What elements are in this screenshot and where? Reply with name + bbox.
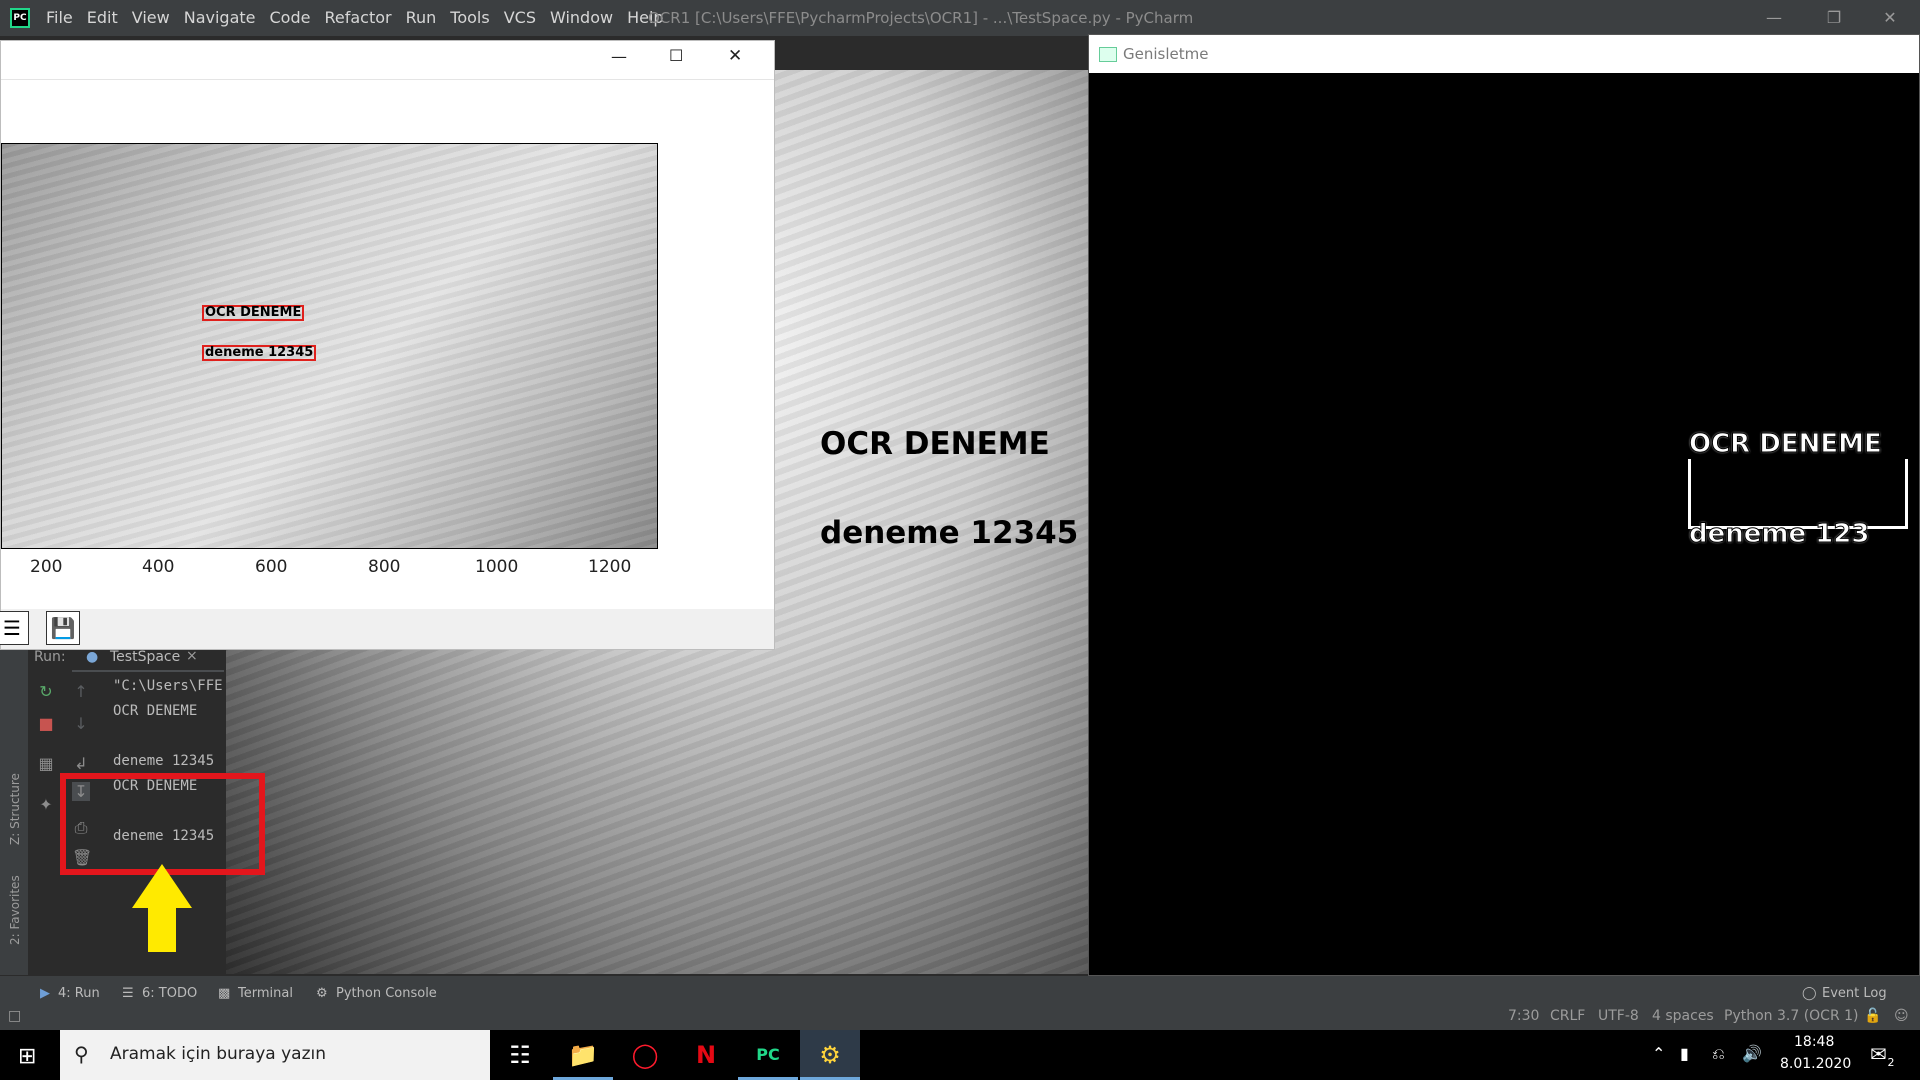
genisletme-title: Genisletme: [1123, 45, 1209, 63]
menu-refactor[interactable]: Refactor: [324, 8, 391, 27]
python-file-icon: ●: [86, 649, 99, 665]
rerun-icon[interactable]: ↻: [37, 682, 55, 701]
status-bar: □ 7:30 CRLF UTF-8 4 spaces Python 3.7 (O…: [0, 1002, 1920, 1032]
search-icon: ⚲: [74, 1042, 89, 1066]
matplotlib-window[interactable]: — ☐ ✕ OCR DENEME deneme 12345 200 400 60…: [0, 40, 775, 650]
tab-run[interactable]: 4: Run: [58, 986, 100, 1001]
tab-python-console[interactable]: Python Console: [336, 986, 437, 1001]
restore-icon[interactable]: ❐: [1814, 4, 1854, 32]
console-line: OCR DENEME: [113, 703, 198, 719]
volume-icon[interactable]: 🔊: [1742, 1044, 1762, 1063]
notification-count: 2: [1884, 1056, 1898, 1069]
python-taskbar-icon[interactable]: ⚙: [800, 1030, 860, 1080]
highlight-box: [60, 773, 265, 875]
chevron-up-icon[interactable]: ⌃: [1652, 1044, 1665, 1063]
pycharm-taskbar-icon[interactable]: PC: [738, 1030, 798, 1080]
list-icon: ☰: [122, 986, 134, 1001]
x-tick-label: 400: [142, 557, 175, 577]
console-line: "C:\Users\FFE: [113, 678, 223, 694]
x-tick-label: 600: [255, 557, 288, 577]
x-tick-label: 200: [30, 557, 63, 577]
x-tick-label: 1000: [475, 557, 519, 577]
run-header: Run: ● TestSpace ×: [0, 648, 226, 670]
ocr-box-2: deneme 12345: [202, 345, 317, 361]
search-placeholder: Aramak için buraya yazın: [110, 1044, 326, 1064]
structure-tab[interactable]: Z: Structure: [8, 773, 22, 845]
clock-time[interactable]: 18:48: [1794, 1034, 1834, 1050]
minimize-icon[interactable]: —: [1754, 4, 1794, 32]
x-tick-label: 1200: [588, 557, 632, 577]
dilated-text-line1: OCR DENEME: [1689, 429, 1883, 460]
file-explorer-icon[interactable]: 📁: [553, 1030, 613, 1080]
menu-file[interactable]: File: [46, 8, 73, 27]
up-arrow-icon[interactable]: ↑: [72, 682, 90, 701]
console-line: deneme 12345: [113, 753, 215, 769]
run-label: Run:: [34, 649, 66, 665]
python-interpreter[interactable]: Python 3.7 (OCR 1): [1724, 1008, 1859, 1024]
genisletme-window[interactable]: Genisletme OCR DENEME deneme 123: [1088, 34, 1920, 976]
netflix-icon[interactable]: N: [676, 1030, 736, 1080]
menu-view[interactable]: View: [132, 8, 170, 27]
opera-icon[interactable]: ◯: [615, 1030, 675, 1080]
python-console-icon: ⚙: [316, 986, 328, 1001]
inspector-icon[interactable]: ☺: [1894, 1008, 1909, 1024]
caret-position[interactable]: 7:30: [1508, 1008, 1539, 1024]
mpl-maximize-icon[interactable]: ☐: [669, 46, 683, 65]
up-arrow-annotation-icon: [132, 864, 192, 952]
indent-setting[interactable]: 4 spaces: [1652, 1008, 1714, 1024]
soft-wrap-icon[interactable]: ↲: [72, 754, 90, 773]
battery-icon[interactable]: ▮: [1680, 1044, 1689, 1063]
file-encoding[interactable]: UTF-8: [1598, 1008, 1639, 1024]
viewer-ocr-line2: deneme 12345: [820, 515, 1079, 551]
save-figure-icon[interactable]: 💾: [46, 611, 80, 645]
taskbar-search-box[interactable]: ⚲ Aramak için buraya yazın: [60, 1030, 490, 1080]
menu-window[interactable]: Window: [550, 8, 613, 27]
ocr-box-1: OCR DENEME: [202, 305, 305, 321]
genisletme-titlebar[interactable]: Genisletme: [1089, 35, 1919, 73]
line-separator[interactable]: CRLF: [1550, 1008, 1585, 1024]
dilated-text-line2: deneme 123: [1688, 519, 1870, 550]
menu-tools[interactable]: Tools: [450, 8, 489, 27]
menu-edit[interactable]: Edit: [87, 8, 118, 27]
configure-subplots-icon[interactable]: ☰: [0, 611, 29, 645]
down-arrow-icon[interactable]: ↓: [72, 714, 90, 733]
menu-code[interactable]: Code: [270, 8, 311, 27]
event-log-icon: ◯: [1802, 986, 1817, 1001]
clock-date[interactable]: 8.01.2020: [1780, 1056, 1851, 1072]
plot-axes: OCR DENEME deneme 12345: [1, 143, 658, 549]
favorites-tab[interactable]: 2: Favorites: [8, 875, 22, 945]
layout-icon[interactable]: ▦: [37, 754, 55, 773]
tab-event-log[interactable]: Event Log: [1822, 986, 1887, 1001]
mpl-close-icon[interactable]: ✕: [728, 46, 742, 66]
mpl-minimize-icon[interactable]: —: [611, 47, 627, 66]
tab-todo[interactable]: 6: TODO: [142, 986, 197, 1001]
wifi-icon[interactable]: ⎌: [1712, 1044, 1725, 1064]
pycharm-logo-icon: PC: [10, 8, 30, 28]
tab-terminal[interactable]: Terminal: [238, 986, 293, 1001]
toggle-panels-icon[interactable]: □: [8, 1008, 21, 1024]
menu-run[interactable]: Run: [406, 8, 437, 27]
window-title: OCR1 [C:\Users\FFE\PycharmProjects\OCR1]…: [648, 9, 1194, 27]
pycharm-titlebar: PC File Edit View Navigate Code Refactor…: [0, 0, 1920, 36]
menu-bar: File Edit View Navigate Code Refactor Ru…: [46, 8, 678, 27]
menu-vcs[interactable]: VCS: [504, 8, 536, 27]
run-tab-underline: [72, 670, 224, 672]
run-tab-testspace[interactable]: TestSpace: [110, 649, 180, 665]
terminal-icon: ▩: [218, 986, 231, 1001]
left-tool-strip: Z: Structure 2: Favorites: [0, 645, 28, 975]
matplotlib-titlebar[interactable]: — ☐ ✕: [1, 41, 774, 80]
matplotlib-toolbar: [1, 609, 774, 649]
task-view-icon[interactable]: ☷: [490, 1030, 550, 1080]
windows-start-icon[interactable]: ⊞: [18, 1044, 36, 1069]
pin-icon[interactable]: ✦: [37, 795, 55, 814]
lock-icon[interactable]: 🔓: [1864, 1008, 1881, 1024]
close-icon[interactable]: ✕: [1870, 4, 1910, 32]
close-tab-icon[interactable]: ×: [186, 648, 198, 664]
image-window-icon: [1099, 47, 1117, 62]
run-tool-icon: ▶: [40, 986, 50, 1001]
viewer-ocr-line1: OCR DENEME: [820, 426, 1050, 462]
x-tick-label: 800: [368, 557, 401, 577]
menu-navigate[interactable]: Navigate: [184, 8, 256, 27]
stop-icon[interactable]: ■: [37, 714, 55, 733]
